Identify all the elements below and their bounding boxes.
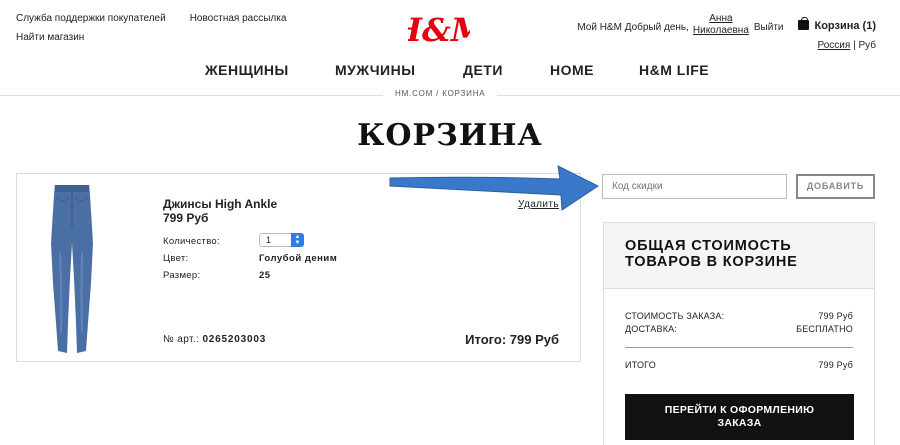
nav-women[interactable]: ЖЕНЩИНЫ [205,62,289,78]
order-cost-row: СТОИМОСТЬ ЗАКАЗА: 799 Руб [625,311,853,321]
hm-logo-text: H&M [408,11,470,49]
order-summary: ОБЩАЯ СТОИМОСТЬ ТОВАРОВ В КОРЗИНЕ СТОИМО… [603,222,875,445]
breadcrumb[interactable]: HM.COM / КОРЗИНА [383,89,498,98]
product-price: 799 Руб [163,211,209,225]
annotation-arrow-icon [389,165,599,211]
first-name: Анна [709,13,733,24]
article-label: № арт.: [163,334,200,345]
select-arrows-icon: ▲ ▼ [291,233,304,247]
item-total: Итого: 799 Руб [465,332,559,347]
quantity-value: 1 [266,235,272,245]
product-name[interactable]: Джинсы High Ankle [163,197,277,211]
last-name: Николаевна [692,25,749,36]
nav-home[interactable]: HOME [550,62,594,78]
account-name-link[interactable]: Анна Николаевна [693,13,749,37]
delivery-row: ДОСТАВКА: БЕСПЛАТНО [625,324,853,334]
utility-links: Служба поддержки покупателей Новостная р… [16,9,286,47]
product-image[interactable] [47,183,97,356]
total-value: 799 Руб [818,360,853,370]
checkout-button[interactable]: ПЕРЕЙТИ К ОФОРМЛЕНИЮ ЗАКАЗА [625,394,854,440]
color-value: Голубой деним [259,253,338,264]
customer-support-link[interactable]: Служба поддержки покупателей [16,9,166,28]
quantity-select[interactable]: 1 ▲ ▼ [259,233,304,247]
logout-link[interactable]: Выйти [754,22,784,33]
newsletter-link[interactable]: Новостная рассылка [190,9,287,28]
find-store-link[interactable]: Найти магазин [16,28,84,47]
nav-hm-life[interactable]: H&M LIFE [639,62,709,78]
nav-kids[interactable]: ДЕТИ [463,62,503,78]
summary-divider [625,347,853,348]
summary-title-line2: ТОВАРОВ В КОРЗИНЕ [625,254,798,270]
summary-title: ОБЩАЯ СТОИМОСТЬ ТОВАРОВ В КОРЗИНЕ [604,223,874,289]
delivery-value: БЕСПЛАТНО [796,324,853,334]
total-label: ИТОГО [625,360,656,370]
summary-title-line1: ОБЩАЯ СТОИМОСТЬ [625,238,792,254]
article-number: № арт.: 0265203003 [163,334,266,345]
discount-code-input[interactable] [602,174,787,199]
nav-men[interactable]: МУЖЧИНЫ [335,62,415,78]
cart-link[interactable]: Корзина (1) [797,17,877,32]
hm-logo[interactable]: H&M [408,8,470,50]
total-row: ИТОГО 799 Руб [625,360,853,370]
page-title: КОРЗИНА [357,118,543,153]
order-cost-label: СТОИМОСТЬ ЗАКАЗА: [625,311,725,321]
size-label: Размер: [163,270,201,281]
checkout-label-line2: ЗАКАЗА [717,417,762,429]
quantity-label: Количество: [163,236,220,247]
color-label: Цвет: [163,253,189,264]
article-value: 0265203003 [202,334,267,345]
size-value: 25 [259,270,271,281]
delivery-label: ДОСТАВКА: [625,324,678,334]
add-discount-button[interactable]: ДОБАВИТЬ [796,174,875,199]
checkout-label-line1: ПЕРЕЙТИ К ОФОРМЛЕНИЮ [664,404,815,416]
cart-label: Корзина (1) [814,20,877,32]
greeting-text: Мой H&M Добрый день, [577,22,689,33]
separator: | [853,40,856,51]
currency-label[interactable]: Руб [858,40,876,51]
order-cost-value: 799 Руб [818,311,853,321]
shopping-bag-icon [797,17,809,30]
country-link[interactable]: Россия [818,40,851,51]
